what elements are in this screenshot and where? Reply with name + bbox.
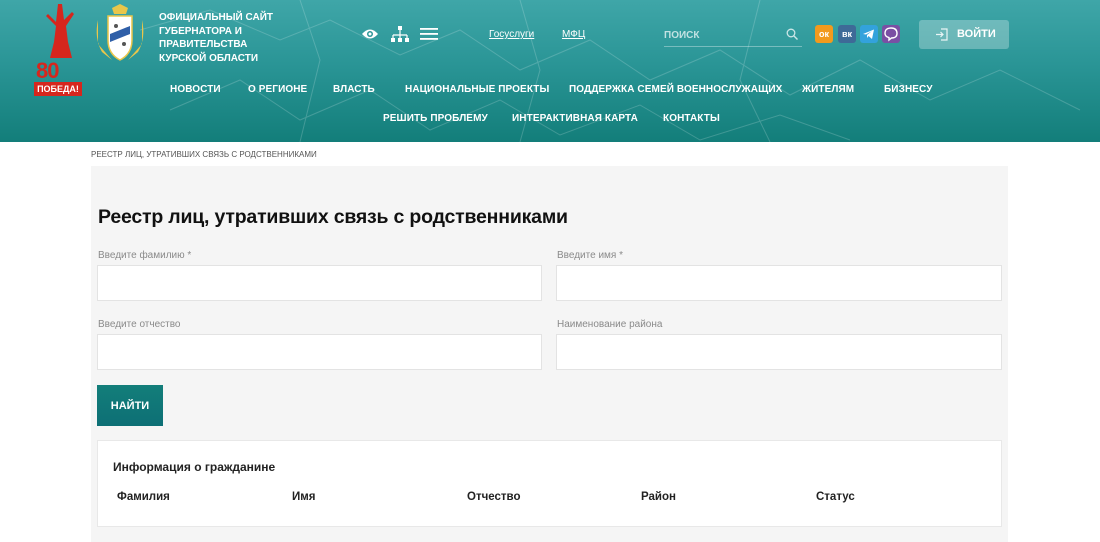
site-header: 80 ПОБЕДА! Официальный сайт Губернатора …	[0, 0, 1100, 142]
find-button[interactable]: НАЙТИ	[97, 385, 163, 426]
site-title[interactable]: Официальный сайт Губернатора и Правитель…	[159, 11, 279, 65]
column-header-surname: Фамилия	[117, 491, 170, 503]
coat-of-arms-icon[interactable]	[92, 4, 148, 66]
page-title: Реестр лиц, утративших связь с родственн…	[98, 206, 568, 228]
nav-interactive-map[interactable]: Интерактивная карта	[512, 113, 638, 124]
nav-business[interactable]: Бизнесу	[884, 84, 933, 95]
column-header-name: Имя	[292, 491, 316, 503]
nav-solve-problem[interactable]: Решить проблему	[383, 113, 488, 124]
surname-label: Введите фамилию *	[98, 250, 192, 261]
district-field[interactable]	[556, 334, 1002, 370]
nav-news[interactable]: Новости	[170, 84, 221, 95]
eye-icon[interactable]	[361, 26, 379, 42]
menu-icon[interactable]	[420, 26, 438, 42]
search-icon[interactable]	[786, 28, 798, 40]
name-label: Введите имя *	[557, 250, 623, 261]
victory-80-label: 80	[36, 58, 60, 83]
surname-field[interactable]	[97, 265, 542, 301]
results-title: Информация о гражданине	[113, 460, 276, 474]
main-nav-row-2: Решить проблему Интерактивная карта Конт…	[0, 113, 1100, 129]
login-button[interactable]: ВОЙТИ	[919, 20, 1009, 49]
login-label: ВОЙТИ	[957, 28, 996, 40]
patronymic-field[interactable]	[97, 334, 542, 370]
mfc-link[interactable]: МФЦ	[562, 29, 585, 40]
vk-icon[interactable]: вк	[838, 25, 856, 43]
district-label: Наименование района	[557, 319, 663, 330]
nav-residents[interactable]: Жителям	[802, 84, 854, 95]
name-field[interactable]	[556, 265, 1002, 301]
nav-about-region[interactable]: О регионе	[248, 84, 307, 95]
nav-authority[interactable]: Власть	[333, 84, 375, 95]
patronymic-label: Введите отчество	[98, 319, 181, 330]
search-input[interactable]	[664, 26, 782, 44]
column-header-status: Статус	[816, 491, 855, 503]
gosuslugi-link[interactable]: Госуслуги	[489, 29, 534, 40]
results-card: Информация о гражданине Фамилия Имя Отче…	[97, 440, 1002, 527]
sitemap-icon[interactable]	[391, 26, 409, 42]
login-icon	[936, 28, 948, 41]
main-nav-row-1: Новости О регионе Власть Национальные пр…	[0, 84, 1100, 100]
odnoklassniki-icon[interactable]: ок	[815, 25, 833, 43]
nav-national-projects[interactable]: Национальные проекты	[405, 84, 549, 95]
column-header-district: Район	[641, 491, 676, 503]
nav-military-families[interactable]: Поддержка семей военнослужащих	[569, 84, 782, 95]
search-box	[664, 23, 802, 47]
nav-contacts[interactable]: Контакты	[663, 113, 720, 124]
telegram-icon[interactable]	[860, 25, 878, 43]
breadcrumb: РЕЕСТР ЛИЦ, УТРАТИВШИХ СВЯЗЬ С РОДСТВЕНН…	[91, 150, 317, 159]
viber-icon[interactable]	[882, 25, 900, 43]
column-header-patronymic: Отчество	[467, 491, 521, 503]
